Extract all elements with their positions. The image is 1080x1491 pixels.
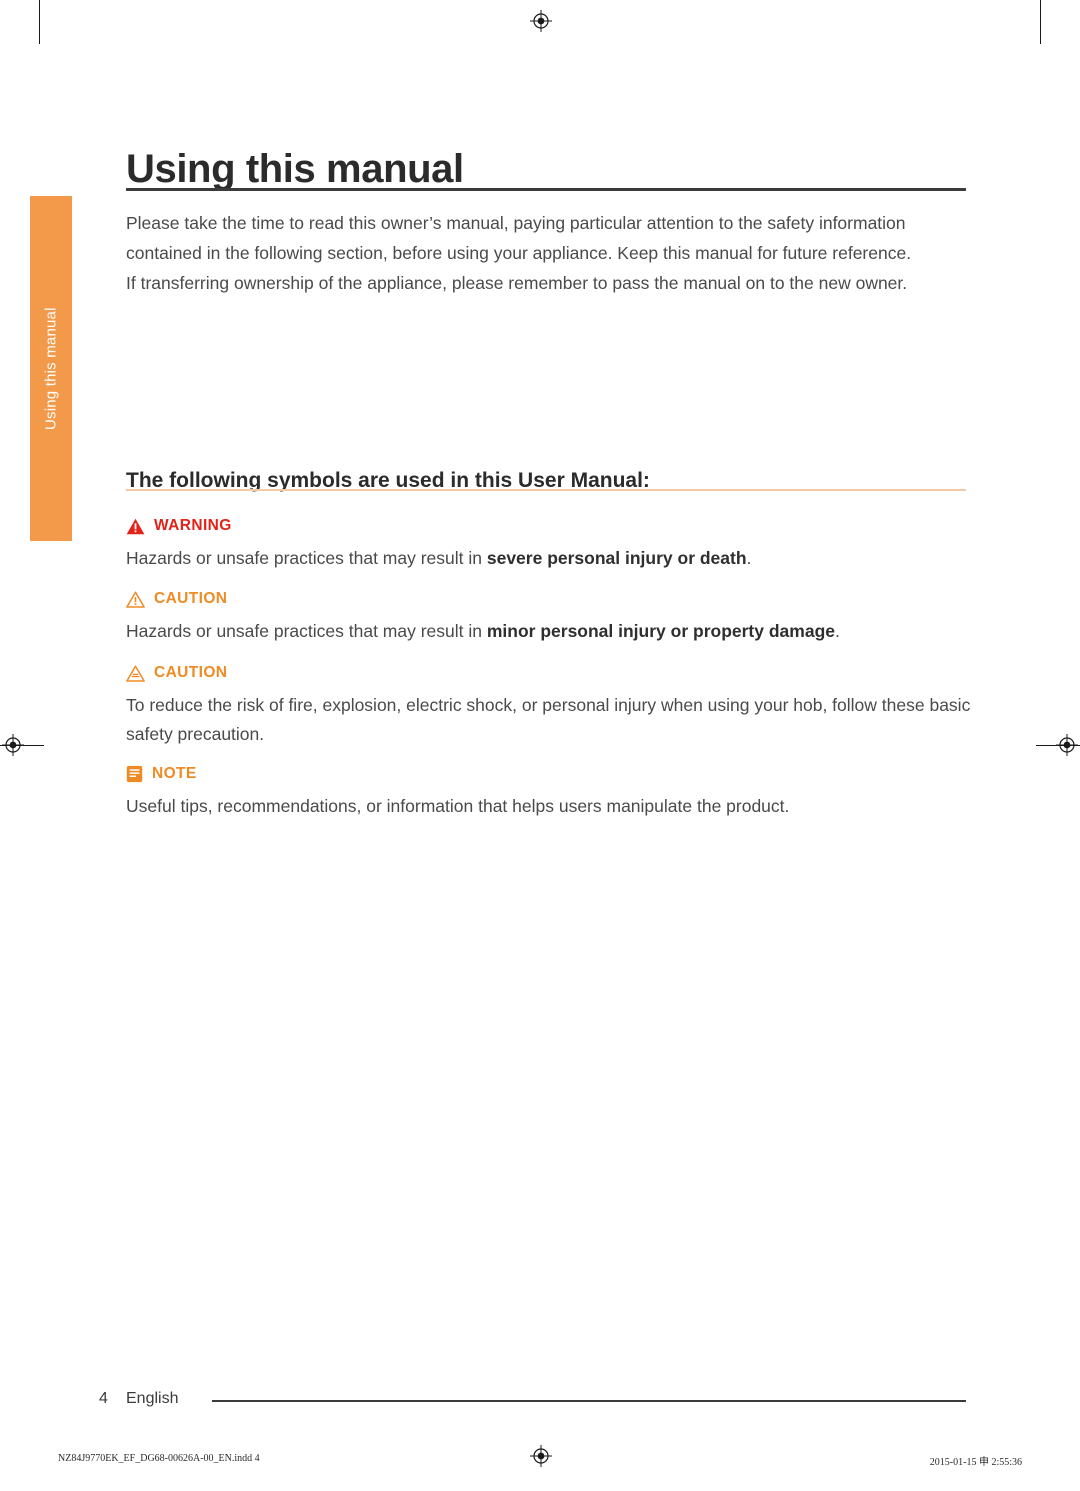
symbol-description-post: . <box>835 621 840 641</box>
caution-triangle-icon <box>126 665 145 682</box>
page-title: Using this manual <box>126 146 464 191</box>
symbol-block-caution-1: CAUTION Hazards or unsafe practices that… <box>126 590 974 646</box>
symbol-description-pre: To reduce the risk of fire, explosion, e… <box>126 695 971 744</box>
title-divider <box>126 188 966 191</box>
crop-mark-top-left <box>39 0 40 44</box>
registration-mark-left <box>2 734 24 756</box>
intro-paragraph-1: Please take the time to read this owner’… <box>126 213 912 263</box>
print-file-meta: NZ84J9770EK_EF_DG68-00626A-00_EN.indd 4 <box>58 1453 260 1464</box>
page-number: 4 <box>99 1390 108 1407</box>
registration-mark-top <box>530 10 552 32</box>
intro-block: Please take the time to read this owner’… <box>126 208 974 298</box>
note-document-icon <box>126 765 143 783</box>
symbol-label-row: WARNING <box>126 517 974 535</box>
symbol-description-bold: severe personal injury or death <box>486 548 747 568</box>
warning-triangle-icon <box>126 518 145 535</box>
print-date-meta: 2015-01-15 申 2:55:36 <box>929 1457 1022 1468</box>
symbol-description-bold: minor personal injury or property damage <box>486 621 835 641</box>
symbol-description: Hazards or unsafe practices that may res… <box>126 544 974 573</box>
symbol-description: Useful tips, recommendations, or informa… <box>126 792 974 821</box>
registration-mark-bottom <box>530 1445 552 1467</box>
symbol-description-pre: Hazards or unsafe practices that may res… <box>126 548 487 568</box>
symbol-description: Hazards or unsafe practices that may res… <box>126 617 974 646</box>
section-divider <box>126 489 966 491</box>
crop-mark-top-right <box>1040 0 1041 44</box>
symbol-description: To reduce the risk of fire, explosion, e… <box>126 691 974 749</box>
footer-divider <box>212 1400 966 1402</box>
symbol-label-text: NOTE <box>152 765 197 782</box>
symbol-description-pre: Hazards or unsafe practices that may res… <box>126 621 487 641</box>
symbol-label-text: WARNING <box>154 517 232 534</box>
caution-triangle-icon <box>126 591 145 608</box>
symbol-block-warning: WARNING Hazards or unsafe practices that… <box>126 517 974 573</box>
symbol-description-post: . <box>746 548 752 568</box>
symbol-block-note: NOTE Useful tips, recommendations, or in… <box>126 765 974 821</box>
registration-mark-right <box>1056 734 1078 756</box>
symbol-block-caution-2: CAUTION To reduce the risk of fire, expl… <box>126 664 974 749</box>
symbol-description-pre: Useful tips, recommendations, or informa… <box>126 796 790 816</box>
symbol-label-text: CAUTION <box>154 590 228 607</box>
symbol-label-text: CAUTION <box>154 664 228 681</box>
chapter-side-tab-label: Using this manual <box>42 307 60 430</box>
symbol-label-row: NOTE <box>126 765 974 783</box>
page-language: English <box>126 1390 179 1407</box>
intro-paragraph-2: If transferring ownership of the applian… <box>126 273 908 293</box>
symbol-label-row: CAUTION <box>126 664 974 682</box>
symbol-label-row: CAUTION <box>126 590 974 608</box>
